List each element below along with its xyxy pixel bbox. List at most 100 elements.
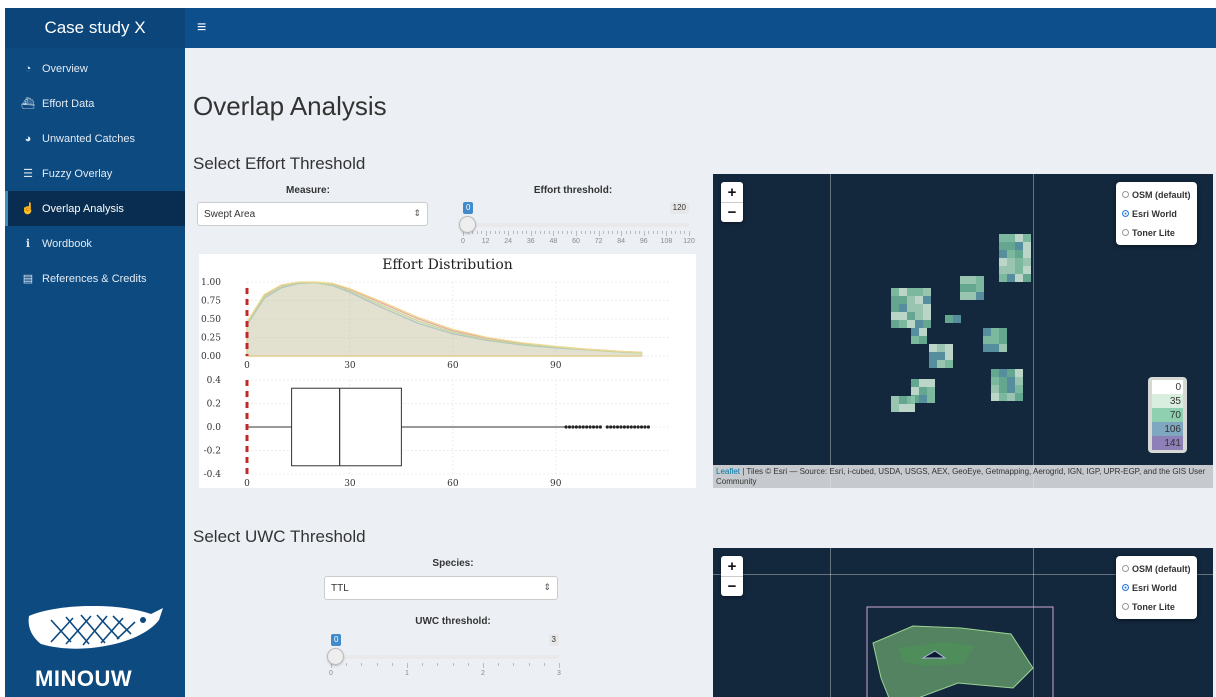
uwc-section-title: Select UWC Threshold: [193, 527, 366, 546]
slider-tick: [585, 231, 587, 234]
heat-cell: [929, 352, 937, 360]
slider-ticks: [331, 663, 560, 669]
radio-button[interactable]: [1122, 191, 1129, 198]
slider-tick: [482, 663, 484, 668]
legend-entry: 141: [1152, 436, 1183, 450]
book-icon: ▤: [22, 273, 34, 285]
heat-cell: [999, 266, 1007, 274]
heat-cell: [907, 320, 915, 328]
y-tick-label: 0.25: [201, 334, 221, 344]
slider-tick: [621, 231, 623, 236]
sidebar-item-1[interactable]: ⛴ Effort Data: [5, 86, 185, 121]
radio-button[interactable]: [1122, 229, 1129, 236]
slider-handle[interactable]: [327, 648, 344, 665]
outlier-point: [639, 425, 644, 429]
zoom-in-button[interactable]: +: [721, 556, 743, 576]
slider-tick: [539, 231, 541, 234]
effort-map[interactable]: + − OSM (default) Esri World Toner Lite 03…: [713, 174, 1213, 488]
measure-select[interactable]: Swept Area ⇕: [197, 202, 428, 226]
layer-option[interactable]: Esri World: [1122, 578, 1191, 597]
uwc-threshold-slider[interactable]: 0 3 0 1 2 3: [327, 634, 561, 680]
slider-tick: [498, 663, 500, 666]
hamburger-icon[interactable]: ≡: [197, 19, 206, 37]
slider-handle[interactable]: [459, 216, 476, 233]
map-attribution: Leaflet | Tiles © Esri — Source: Esri, i…: [713, 465, 1213, 488]
uwc-map[interactable]: + − OSM (default) Esri World Toner Lite: [713, 548, 1213, 697]
sidebar-item-5[interactable]: ℹ Wordbook: [5, 226, 185, 261]
effort-threshold-label: Effort threshold:: [533, 185, 613, 196]
slider-tick: [679, 231, 681, 234]
layer-switcher: OSM (default) Esri World Toner Lite: [1116, 556, 1197, 619]
species-select[interactable]: TTL ⇕: [324, 576, 558, 600]
heat-cell: [1023, 274, 1031, 282]
slider-tick: [476, 231, 478, 234]
slider-tick: [616, 231, 618, 234]
heat-cell: [899, 288, 907, 296]
slider-tick: [548, 231, 550, 234]
heat-cell: [999, 344, 1007, 352]
zoom-out-button[interactable]: −: [721, 202, 743, 222]
leaflet-link[interactable]: Leaflet: [716, 467, 740, 476]
radio-button[interactable]: [1122, 210, 1129, 217]
slider-tick: [521, 231, 523, 234]
slider-tick: [630, 231, 632, 234]
slider-tick: [603, 231, 605, 234]
box-iqr: [291, 387, 402, 467]
radio-button[interactable]: [1122, 584, 1129, 591]
heat-cell: [1007, 369, 1015, 377]
slider-tick: [607, 231, 609, 234]
zoom-out-button[interactable]: −: [721, 576, 743, 596]
slider-tick: [670, 231, 672, 234]
slider-track[interactable]: [331, 655, 559, 659]
y-tick-label: 0.2: [207, 400, 221, 410]
heat-cell: [915, 304, 923, 312]
sidebar-item-3[interactable]: ☰ Fuzzy Overlay: [5, 156, 185, 191]
slider-tick: [559, 663, 560, 668]
outlier-point: [595, 425, 599, 429]
heat-cell: [1007, 250, 1015, 258]
heat-cell: [1015, 234, 1023, 242]
slider-track[interactable]: [463, 223, 689, 227]
slider-tick: [612, 231, 614, 234]
radio-button[interactable]: [1122, 603, 1129, 610]
heat-cell: [907, 304, 915, 312]
layer-option[interactable]: Toner Lite: [1122, 223, 1191, 242]
heat-cell: [999, 336, 1007, 344]
heat-cell: [937, 344, 945, 352]
sidebar-item-2[interactable]: ◕ Unwanted Catches: [5, 121, 185, 156]
sidebar-item-0[interactable]: ◔ Overview: [5, 51, 185, 86]
slider-tick: [481, 231, 483, 234]
effort-threshold-slider[interactable]: 0 120 0 12 24 36 48 60 72 84 96 108 120: [459, 202, 695, 248]
slider-tick: [543, 663, 545, 666]
slider-tick-label: 108: [660, 238, 673, 245]
slider-tick: [361, 663, 363, 666]
uwc-threshold-label: UWC threshold:: [415, 616, 491, 627]
outlier-point: [633, 425, 637, 429]
layer-option[interactable]: OSM (default): [1122, 559, 1191, 578]
slider-tick: [589, 231, 591, 234]
layer-option[interactable]: OSM (default): [1122, 185, 1191, 204]
heat-cell: [999, 242, 1007, 250]
zoom-in-button[interactable]: +: [721, 182, 743, 202]
heat-cell: [983, 328, 991, 336]
slider-tick-label: 12: [481, 238, 490, 245]
layer-option-label: OSM (default): [1132, 189, 1191, 200]
sidebar-item-4[interactable]: ☝ Overlap Analysis: [5, 191, 185, 226]
radio-button[interactable]: [1122, 565, 1129, 572]
heat-cell: [1023, 266, 1031, 274]
heat-cell: [999, 369, 1007, 377]
heat-cell: [991, 369, 999, 377]
heat-cell: [915, 288, 923, 296]
sidebar-item-6[interactable]: ▤ References & Credits: [5, 261, 185, 296]
sidebar-item-label: Overview: [42, 62, 88, 75]
heat-cell: [1007, 274, 1015, 282]
heat-cell: [1015, 274, 1023, 282]
dashboard-icon: ◔: [24, 62, 32, 75]
outlier-point: [581, 425, 585, 429]
outlier-point: [574, 425, 578, 429]
outlier-point: [612, 425, 616, 429]
heat-cell: [891, 404, 899, 412]
layer-option[interactable]: Toner Lite: [1122, 597, 1191, 616]
y-tick-label: 0.75: [201, 297, 221, 307]
layer-option[interactable]: Esri World: [1122, 204, 1191, 223]
